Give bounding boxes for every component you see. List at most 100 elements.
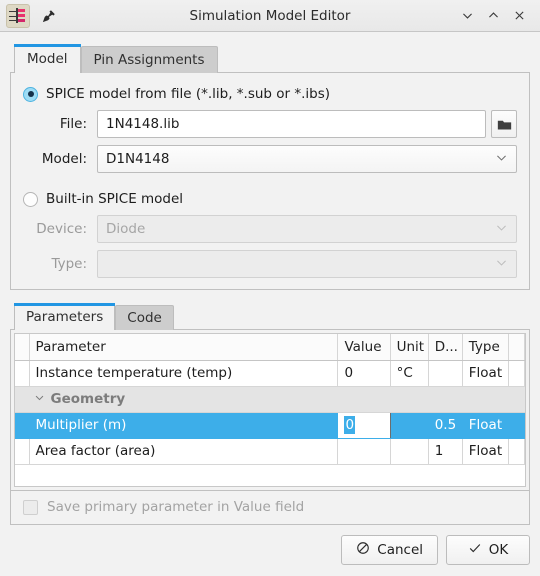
ok-button-label: OK — [488, 542, 509, 558]
browse-file-button[interactable] — [491, 110, 517, 138]
tab-model-label: Model — [27, 51, 68, 67]
row-gutter[interactable] — [15, 438, 30, 465]
cell-spacer — [508, 386, 525, 413]
cell-spacer — [508, 438, 525, 465]
tab-parameters-label: Parameters — [26, 309, 104, 325]
col-header-spacer — [508, 334, 525, 361]
col-header-default[interactable]: D... — [428, 334, 463, 361]
dialog-body: Model Pin Assignments SPICE model from f… — [0, 32, 540, 576]
pin-icon[interactable] — [38, 5, 60, 27]
spice-file-radio[interactable] — [23, 86, 38, 102]
cell-group-label[interactable]: Geometry — [29, 386, 339, 413]
chevron-down-icon — [495, 151, 508, 168]
cell-parameter[interactable]: Area factor (area) — [29, 438, 339, 465]
row-gutter[interactable] — [15, 412, 30, 439]
cell-value — [337, 386, 391, 413]
cell-unit[interactable]: °C — [390, 360, 429, 387]
window-controls — [454, 4, 532, 28]
col-header-type[interactable]: Type — [462, 334, 509, 361]
tab-code-label: Code — [127, 310, 162, 326]
cell-type[interactable]: Float — [462, 412, 509, 439]
type-field-row: Type: — [23, 249, 517, 279]
cancel-button-label: Cancel — [377, 542, 423, 558]
save-primary-parameter-row: Save primary parameter in Value field — [10, 491, 530, 525]
file-label: File: — [59, 116, 87, 132]
cell-unit[interactable] — [390, 438, 429, 465]
col-header-value[interactable]: Value — [337, 334, 391, 361]
file-field-row: File: 1N4148.lib — [23, 109, 517, 139]
cell-spacer — [508, 412, 525, 439]
cell-spacer — [508, 360, 525, 387]
parameters-tabstrip: Parameters Code — [10, 302, 530, 330]
check-icon — [468, 541, 482, 559]
cell-default[interactable]: 0.5 — [428, 412, 463, 439]
model-combobox-value: D1N4148 — [106, 151, 170, 167]
cell-default[interactable] — [428, 360, 463, 387]
table-row-selected[interactable]: Multiplier (m) 0 0.5 Float — [15, 412, 525, 439]
cell-value-editor-text: 0 — [344, 416, 356, 434]
row-gutter-header — [15, 334, 30, 361]
row-gutter[interactable] — [15, 386, 30, 413]
cell-value[interactable] — [337, 438, 391, 465]
cancel-button[interactable]: Cancel — [341, 535, 438, 565]
table-group-row[interactable]: Geometry — [15, 386, 525, 413]
parameters-table-panel: Parameter Value Unit D... Type Instance — [10, 329, 530, 491]
cancel-circle-slash-icon — [356, 541, 370, 559]
tab-pin-assignments[interactable]: Pin Assignments — [80, 46, 218, 73]
maximize-button[interactable] — [480, 4, 506, 28]
col-header-unit[interactable]: Unit — [390, 334, 429, 361]
cell-unit — [390, 386, 429, 413]
cell-unit[interactable] — [390, 412, 429, 439]
cell-type — [462, 386, 509, 413]
spice-file-radio-row[interactable]: SPICE model from file (*.lib, *.sub or *… — [23, 83, 517, 105]
tab-model[interactable]: Model — [14, 44, 81, 73]
main-tabstrip: Model Pin Assignments — [10, 43, 530, 73]
parameters-section: Parameters Code Parameter Value Unit D..… — [10, 302, 530, 525]
model-label: Model: — [41, 151, 87, 167]
chevron-down-icon — [495, 256, 508, 273]
cell-type[interactable]: Float — [462, 438, 509, 465]
cell-type[interactable]: Float — [462, 360, 509, 387]
minimize-button[interactable] — [454, 4, 480, 28]
tab-parameters[interactable]: Parameters — [14, 303, 116, 330]
col-header-parameter[interactable]: Parameter — [29, 334, 339, 361]
save-primary-parameter-label: Save primary parameter in Value field — [47, 499, 305, 515]
close-button[interactable] — [506, 4, 532, 28]
dialog-button-bar: Cancel OK — [10, 525, 530, 576]
type-label: Type: — [51, 256, 87, 272]
chevron-down-icon — [495, 221, 508, 238]
cell-value-editor[interactable]: 0 — [337, 412, 391, 439]
cell-default[interactable]: 1 — [428, 438, 463, 465]
device-label: Device: — [36, 221, 87, 237]
builtin-spice-radio-label: Built-in SPICE model — [46, 191, 184, 207]
builtin-spice-radio[interactable] — [23, 191, 38, 207]
model-field-row: Model: D1N4148 — [23, 144, 517, 174]
title-bar: Simulation Model Editor — [0, 0, 540, 32]
group-label-text: Geometry — [50, 391, 126, 407]
tab-code[interactable]: Code — [115, 305, 174, 330]
cell-parameter[interactable]: Instance temperature (temp) — [29, 360, 339, 387]
model-panel: SPICE model from file (*.lib, *.sub or *… — [10, 72, 530, 290]
table-row[interactable]: Instance temperature (temp) 0 °C Float — [15, 360, 525, 387]
parameters-table: Parameter Value Unit D... Type Instance — [15, 334, 525, 465]
type-combobox — [97, 250, 517, 278]
save-primary-parameter-checkbox — [23, 499, 38, 515]
cell-default — [428, 386, 463, 413]
parameters-grid: Parameter Value Unit D... Type Instance — [14, 333, 526, 487]
device-field-row: Device: Diode — [23, 214, 517, 244]
cell-parameter[interactable]: Multiplier (m) — [29, 412, 339, 439]
table-header-row: Parameter Value Unit D... Type — [15, 334, 525, 361]
schematic-symbol-icon — [6, 3, 30, 28]
model-combobox[interactable]: D1N4148 — [97, 145, 517, 173]
tab-pin-assignments-label: Pin Assignments — [93, 52, 205, 68]
ok-button[interactable]: OK — [446, 535, 530, 565]
file-input[interactable]: 1N4148.lib — [97, 110, 486, 138]
spice-file-radio-label: SPICE model from file (*.lib, *.sub or *… — [46, 86, 331, 102]
cell-value[interactable]: 0 — [337, 360, 391, 387]
table-row[interactable]: Area factor (area) 1 Float — [15, 438, 525, 465]
device-combobox-value: Diode — [106, 221, 146, 237]
device-combobox: Diode — [97, 215, 517, 243]
chevron-down-icon[interactable] — [34, 391, 45, 407]
builtin-radio-row[interactable]: Built-in SPICE model — [23, 188, 517, 210]
row-gutter[interactable] — [15, 360, 30, 387]
